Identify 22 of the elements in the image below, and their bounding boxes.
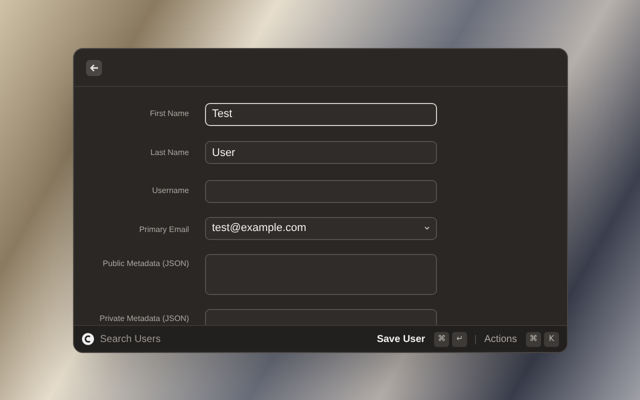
shortcut-key: ⌘ [434,332,450,346]
back-arrow-icon [90,64,98,72]
field-label: Public Metadata (JSON) [102,258,189,270]
json-text-area[interactable] [205,254,437,294]
field-label: Primary Email [138,224,189,236]
save-user-button[interactable]: Save User [376,332,426,346]
actions-button[interactable]: Actions [484,332,517,346]
email-dropdown[interactable]: test@example.com [205,216,437,240]
shortcut-key: K [544,332,559,346]
back-button[interactable] [86,60,102,76]
app-logo-icon [82,333,94,345]
text-field[interactable] [205,180,437,202]
shortcut-key: ↵ [452,332,468,346]
search-field[interactable]: Search Users [100,332,240,346]
field-label: Private Metadata (JSON) [98,312,189,324]
field-label: Username [151,185,189,197]
chevron-down-icon [424,226,430,230]
shortcut-key: ⌘ [526,332,541,346]
field-label: Last Name [149,146,189,158]
text-field[interactable]: Test [205,102,437,126]
text-field[interactable]: User [205,141,437,164]
field-label: First Name [148,108,189,120]
